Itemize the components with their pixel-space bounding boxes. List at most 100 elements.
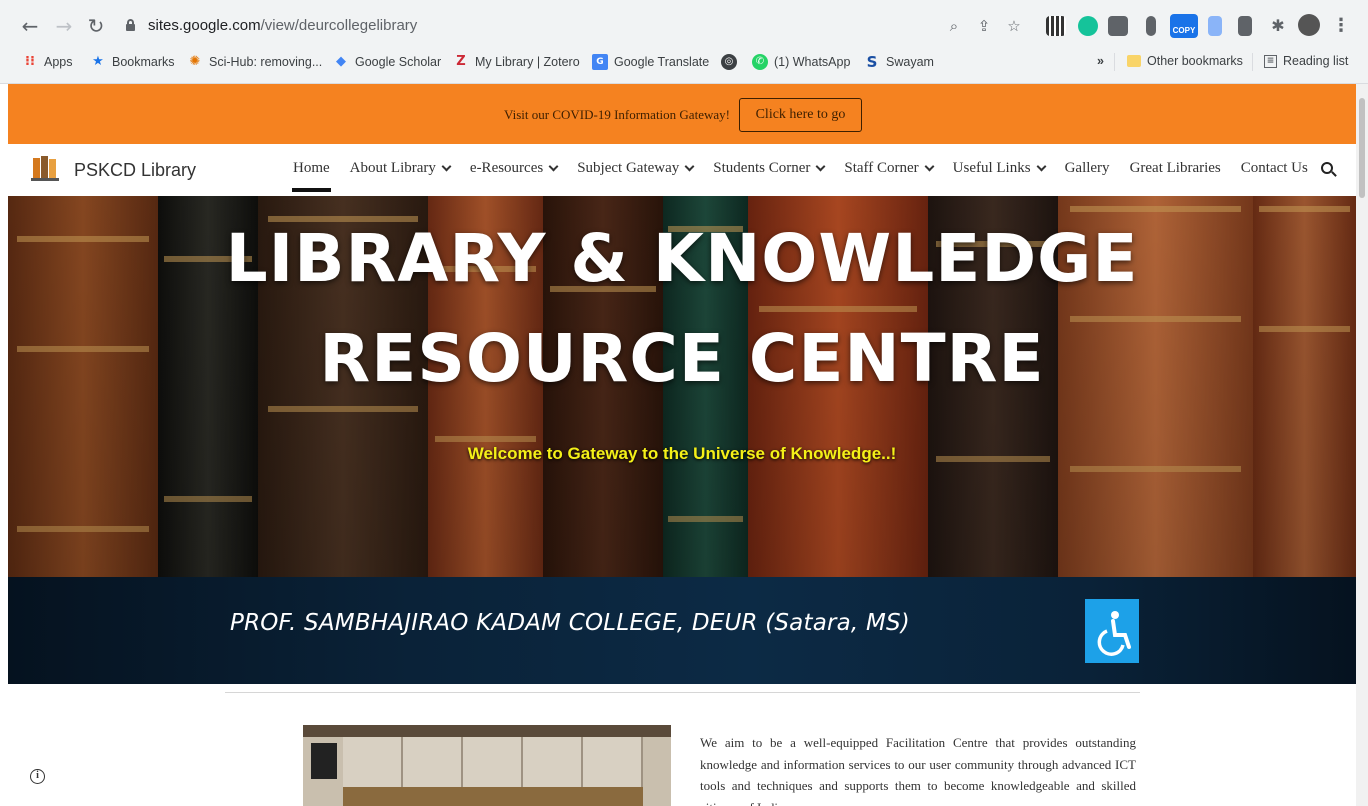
puzzle-extensions-icon[interactable]: ✱ [1268,16,1288,36]
covid-announcement-bar: Visit our COVID-19 Information Gateway! … [8,84,1356,144]
back-arrow-icon[interactable]: ← [18,14,42,38]
bookmark-label: Reading list [1283,54,1349,68]
nav-e-resources[interactable]: e-Resources [469,160,559,177]
address-row: ← → ↻ sites.google.com/view/deurcollegel… [0,8,1368,44]
reading-list[interactable]: ≡ Reading list [1264,54,1348,68]
bookmark-zotero[interactable]: Z My Library | Zotero [453,54,579,70]
page-scrollbar[interactable] [1356,84,1368,806]
nav-label: Useful Links [952,160,1031,176]
scrollbar-thumb[interactable] [1359,98,1365,198]
chevron-down-icon [815,161,826,172]
extension-check-icon[interactable] [1238,16,1252,36]
lock-icon[interactable] [126,19,135,31]
nav-label: Contact Us [1240,160,1308,176]
browser-chrome: ← → ↻ sites.google.com/view/deurcollegel… [0,0,1368,84]
qr-code-icon[interactable] [1046,16,1066,36]
hero-title-line2: RESOURCE CENTRE [319,320,1045,397]
menu-kebab-icon[interactable]: ⋮ [1332,16,1350,36]
url-text[interactable]: sites.google.com/view/deurcollegelibrary [148,17,417,34]
info-icon[interactable]: i [30,769,45,784]
chevron-down-icon [548,161,559,172]
folder-icon [1127,55,1141,67]
library-logo-icon[interactable] [30,154,62,184]
nav-label: About Library [349,160,436,176]
chevron-down-icon [924,161,935,172]
covid-gateway-button[interactable]: Click here to go [739,98,862,132]
nav-label: Staff Corner [844,160,919,176]
site-title[interactable]: PSKCD Library [74,160,196,181]
grammarly-icon[interactable] [1078,16,1098,36]
nav-home[interactable]: Home [292,160,331,192]
hero-title-line1: LIBRARY & KNOWLEDGE [225,220,1139,297]
copy-extension-icon[interactable]: COPY [1170,14,1198,38]
globe-icon: ◎ [721,54,737,70]
bookmark-label: Bookmarks [112,55,175,69]
bookmarks-divider [1252,53,1253,71]
bookmark-bookmarks[interactable]: ★ Bookmarks [90,54,175,70]
bookmark-label: Google Translate [614,55,710,69]
reading-list-icon: ≡ [1264,54,1277,68]
hero-subtitle: Welcome to Gateway to the Universe of Kn… [467,444,897,463]
document-icon[interactable] [1208,16,1222,36]
web-page: Visit our COVID-19 Information Gateway! … [8,84,1356,806]
bookmark-label: Other bookmarks [1147,54,1243,68]
nav-label: Students Corner [713,160,811,176]
nav-great-libraries[interactable]: Great Libraries [1130,160,1221,177]
bookmark-apps[interactable]: ⁝⁝ Apps [22,54,73,70]
nav-label: Gallery [1064,160,1110,176]
college-banner: PROF. SAMBHAJIRAO KADAM COLLEGE, DEUR (S… [8,577,1356,684]
nav-contact-us[interactable]: Contact Us [1241,160,1308,177]
swayam-icon: S [866,53,878,71]
chevron-down-icon [1036,161,1047,172]
whatsapp-icon: ✆ [752,54,768,70]
nav-staff-corner[interactable]: Staff Corner [844,160,935,177]
forward-arrow-icon[interactable]: → [52,14,76,38]
section-divider [225,692,1140,693]
bookmark-label: (1) WhatsApp [774,55,851,69]
nav-about-library[interactable]: About Library [349,160,452,177]
profile-avatar[interactable] [1298,14,1320,36]
apps-grid-icon: ⁝⁝ [25,54,35,69]
extension-box-icon[interactable] [1108,16,1128,36]
chevron-down-icon [684,161,695,172]
chevron-down-icon [441,161,452,172]
nav-useful-links[interactable]: Useful Links [952,160,1047,177]
college-name: PROF. SAMBHAJIRAO KADAM COLLEGE, DEUR (S… [230,610,910,636]
nav-label: Home [293,160,330,176]
bookmark-google-translate[interactable]: G Google Translate [592,54,709,70]
covid-announcement-text: Visit our COVID-19 Information Gateway! [504,107,730,122]
nav-label: Great Libraries [1129,160,1221,176]
bookmark-google-scholar[interactable]: ◆ Google Scholar [333,54,441,70]
share-icon[interactable]: ⇪ [974,16,994,36]
translate-icon: G [592,54,608,70]
reload-icon[interactable]: ↻ [84,14,108,38]
bookmark-scihub[interactable]: ✺ Sci-Hub: removing... [187,54,323,70]
bookmark-label: Swayam [886,55,934,69]
main-menu: Home About Library e-Resources Subject G… [292,160,1328,192]
nav-gallery[interactable]: Gallery [1065,160,1110,177]
about-paragraph: We aim to be a well-equipped Facilitatio… [700,735,1136,806]
bookmarks-divider [1114,53,1115,71]
bookmark-star-icon[interactable]: ☆ [1004,16,1024,36]
star-icon: ★ [92,54,104,69]
site-header: PSKCD Library Home About Library e-Resou… [8,144,1356,196]
bookmark-swayam[interactable]: S Swayam [864,54,934,70]
bookmark-label: Apps [44,55,73,69]
bookmark-whatsapp[interactable]: ✆ (1) WhatsApp [752,54,850,70]
url-host: sites.google.com [148,17,261,34]
library-photo [303,725,671,806]
microphone-icon[interactable] [1146,16,1156,36]
zoom-icon[interactable]: ⌕ [944,16,964,36]
nav-label: e-Resources [469,160,544,176]
bookmark-globe[interactable]: ◎ [721,54,737,70]
bookmark-other[interactable]: Other bookmarks [1127,54,1243,68]
nav-students-corner[interactable]: Students Corner [713,160,826,177]
bookmarks-bar: ⁝⁝ Apps ★ Bookmarks ✺ Sci-Hub: removing.… [0,50,1368,76]
nav-subject-gateway[interactable]: Subject Gateway [577,160,695,177]
address-bar[interactable]: sites.google.com/view/deurcollegelibrary… [112,10,1036,42]
bookmarks-overflow-chevron[interactable]: » [1097,54,1104,68]
bookmark-label: Google Scholar [355,55,442,69]
scholar-icon: ◆ [336,54,346,69]
accessibility-icon[interactable] [1085,599,1139,663]
search-icon[interactable] [1321,162,1337,178]
